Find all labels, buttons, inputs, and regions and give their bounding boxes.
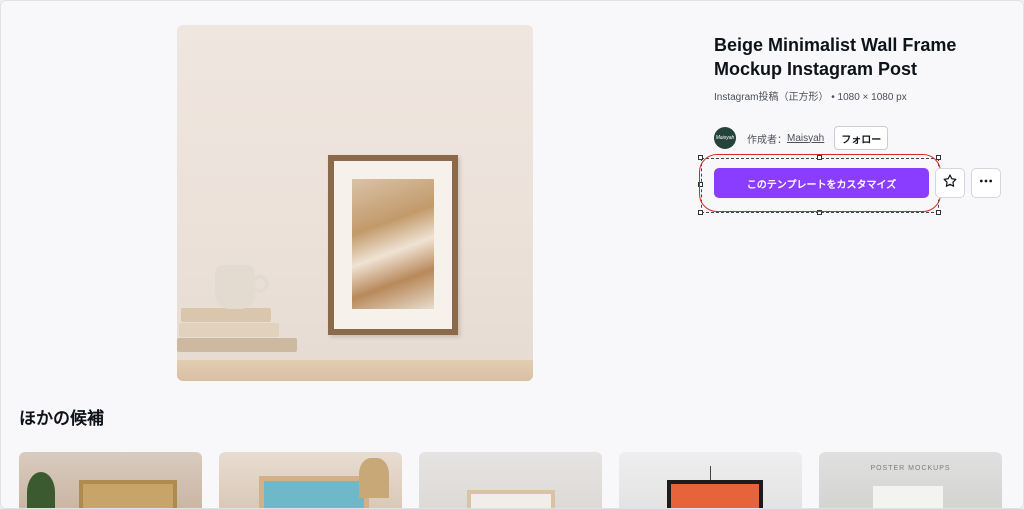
template-meta: Instagram投稿（正方形） • 1080 × 1080 px xyxy=(714,92,907,103)
selection-handle xyxy=(698,155,703,160)
suggestion-thumbnail[interactable]: POSTER MOCKUPS xyxy=(819,452,1002,508)
favorite-button[interactable] xyxy=(935,168,965,198)
follow-button[interactable]: フォロー xyxy=(834,126,889,150)
plant-thumb xyxy=(27,472,55,508)
hanging-wire xyxy=(710,466,711,480)
suggestion-thumbnail[interactable] xyxy=(19,452,202,508)
mug-handle xyxy=(251,275,269,293)
template-detail-page: Beige Minimalist Wall Frame Mockup Insta… xyxy=(0,0,1024,509)
selection-handle xyxy=(698,210,703,215)
creator-avatar[interactable]: Maisyah xyxy=(714,127,736,149)
book xyxy=(177,338,297,352)
more-horizontal-icon xyxy=(978,173,994,194)
frame-mat xyxy=(334,161,452,329)
suggestions-heading: ほかの候補 xyxy=(19,409,104,428)
customize-template-button[interactable]: このテンプレートをカスタマイズ xyxy=(714,168,929,198)
frame-thumb xyxy=(467,490,555,508)
frame-thumb xyxy=(667,480,763,508)
wall-frame xyxy=(328,155,458,335)
frame-thumb xyxy=(259,476,369,508)
book xyxy=(179,323,279,337)
book xyxy=(181,308,271,322)
frame-thumb xyxy=(79,480,177,508)
template-title: Beige Minimalist Wall Frame Mockup Insta… xyxy=(714,35,957,79)
suggestion-thumbnail[interactable] xyxy=(219,452,402,508)
poster-mockups-label: POSTER MOCKUPS xyxy=(870,465,951,472)
creator-row: Maisyah 作成者： Maisyah フォロー xyxy=(714,126,889,150)
shelf xyxy=(177,360,533,381)
poster-thumb xyxy=(873,486,943,508)
pampas-thumb xyxy=(359,458,389,498)
creator-name-link[interactable]: Maisyah xyxy=(787,133,824,144)
selection-handle xyxy=(936,155,941,160)
frame-artwork xyxy=(352,179,434,309)
selection-handle xyxy=(936,210,941,215)
creator-label: 作成者： xyxy=(747,134,787,146)
suggestion-thumbnail[interactable] xyxy=(619,452,802,508)
suggestion-thumbnail[interactable] xyxy=(419,452,602,508)
star-outline-icon xyxy=(942,173,958,194)
template-preview-image[interactable] xyxy=(177,25,533,381)
mug xyxy=(215,265,255,309)
more-options-button[interactable] xyxy=(971,168,1001,198)
